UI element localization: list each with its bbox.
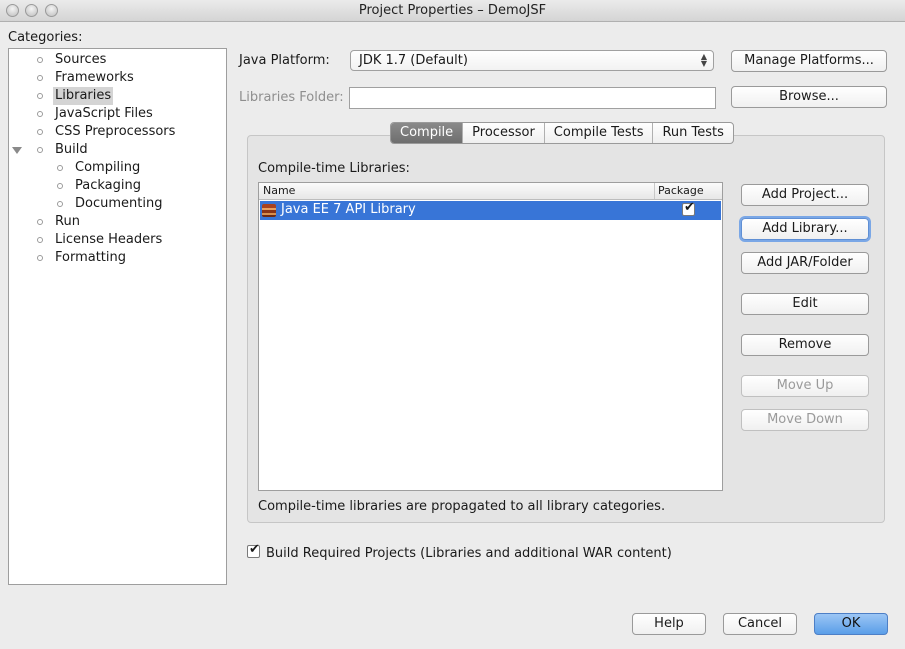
categories-tree[interactable]: Sources Frameworks Libraries JavaScript … [8, 48, 227, 585]
tree-item-formatting[interactable]: Formatting [9, 249, 226, 267]
table-header: Name Package [259, 183, 722, 200]
tree-item-label: Documenting [75, 196, 163, 211]
java-platform-label: Java Platform: [239, 53, 330, 68]
updown-arrows-icon: ▲ ▼ [700, 52, 707, 68]
tree-item-label: JavaScript Files [55, 106, 153, 121]
tree-item-run[interactable]: Run [9, 213, 226, 231]
tree-item-label: Formatting [55, 250, 127, 265]
build-required-checkbox[interactable]: ✔ [247, 542, 260, 558]
tree-item-label: Sources [55, 52, 107, 67]
tree-item-label: Build [55, 142, 88, 157]
tree-item-sources[interactable]: Sources [9, 51, 226, 69]
tree-item-label: Packaging [75, 178, 141, 193]
tree-item-label: Libraries [53, 87, 114, 105]
tree-item-label: Run [55, 214, 80, 229]
library-icon [262, 204, 276, 217]
tree-node-icon [37, 255, 43, 261]
tree-item-packaging[interactable]: Packaging [9, 177, 226, 195]
compile-libraries-note: Compile-time libraries are propagated to… [258, 499, 666, 514]
tree-node-icon [37, 237, 43, 243]
help-button[interactable]: Help [632, 613, 706, 635]
move-up-button[interactable]: Move Up [741, 375, 869, 397]
tab-run-tests[interactable]: Run Tests [653, 123, 732, 143]
libraries-tabs: Compile Processor Compile Tests Run Test… [390, 122, 734, 144]
checkmark-icon: ✔ [249, 542, 260, 557]
build-required-label[interactable]: Build Required Projects (Libraries and a… [266, 546, 672, 561]
java-platform-select[interactable]: JDK 1.7 (Default) ▲ ▼ [350, 50, 714, 71]
tree-node-icon [57, 183, 63, 189]
libraries-folder-label: Libraries Folder: [239, 90, 344, 105]
tree-item-compiling[interactable]: Compiling [9, 159, 226, 177]
window-title: Project Properties – DemoJSF [358, 3, 547, 18]
table-row[interactable]: Java EE 7 API Library ✔ [260, 200, 721, 220]
package-checkbox[interactable]: ✔ [682, 200, 695, 216]
libraries-folder-field[interactable] [349, 87, 716, 109]
categories-label: Categories: [8, 30, 83, 45]
add-jar-folder-button[interactable]: Add JAR/Folder [741, 252, 869, 274]
tree-item-css-preprocessors[interactable]: CSS Preprocessors [9, 123, 226, 141]
tree-item-documenting[interactable]: Documenting [9, 195, 226, 213]
tree-node-icon [37, 75, 43, 81]
tree-node-icon [37, 111, 43, 117]
edit-button[interactable]: Edit [741, 293, 869, 315]
tab-compile-tests[interactable]: Compile Tests [545, 123, 654, 143]
expand-toggle-icon[interactable] [12, 147, 22, 154]
tree-item-label: CSS Preprocessors [55, 124, 176, 139]
tree-node-icon [57, 165, 63, 171]
tab-processor[interactable]: Processor [463, 123, 545, 143]
tree-node-icon [37, 129, 43, 135]
compile-libraries-table[interactable]: Name Package Java EE 7 API Library ✔ [258, 182, 723, 491]
title-bar: Project Properties – DemoJSF [0, 0, 905, 22]
ok-button[interactable]: OK [814, 613, 888, 635]
tree-item-javascript-files[interactable]: JavaScript Files [9, 105, 226, 123]
library-name: Java EE 7 API Library [281, 202, 416, 217]
tree-node-icon [57, 201, 63, 207]
tab-compile[interactable]: Compile [391, 123, 464, 143]
add-project-button[interactable]: Add Project... [741, 184, 869, 206]
tree-node-icon [37, 93, 43, 99]
move-down-button[interactable]: Move Down [741, 409, 869, 431]
tree-item-label: Compiling [75, 160, 141, 175]
cancel-button[interactable]: Cancel [723, 613, 797, 635]
add-library-button[interactable]: Add Library... [741, 218, 869, 240]
tree-node-icon [37, 219, 43, 225]
remove-button[interactable]: Remove [741, 334, 869, 356]
tree-item-label: License Headers [55, 232, 163, 247]
tree-item-label: Frameworks [55, 70, 134, 85]
checkmark-icon: ✔ [684, 200, 695, 215]
browse-button[interactable]: Browse... [731, 86, 887, 108]
tree-node-icon [37, 147, 43, 153]
column-header-package[interactable]: Package [654, 183, 722, 199]
tree-item-frameworks[interactable]: Frameworks [9, 69, 226, 87]
java-platform-value: JDK 1.7 (Default) [359, 53, 468, 68]
column-header-name[interactable]: Name [263, 184, 295, 197]
tree-node-icon [37, 57, 43, 63]
tree-item-license-headers[interactable]: License Headers [9, 231, 226, 249]
tree-item-build[interactable]: Build [9, 141, 226, 159]
manage-platforms-button[interactable]: Manage Platforms... [731, 50, 887, 72]
compile-libraries-label: Compile-time Libraries: [258, 161, 410, 176]
tree-item-libraries[interactable]: Libraries [9, 87, 226, 105]
